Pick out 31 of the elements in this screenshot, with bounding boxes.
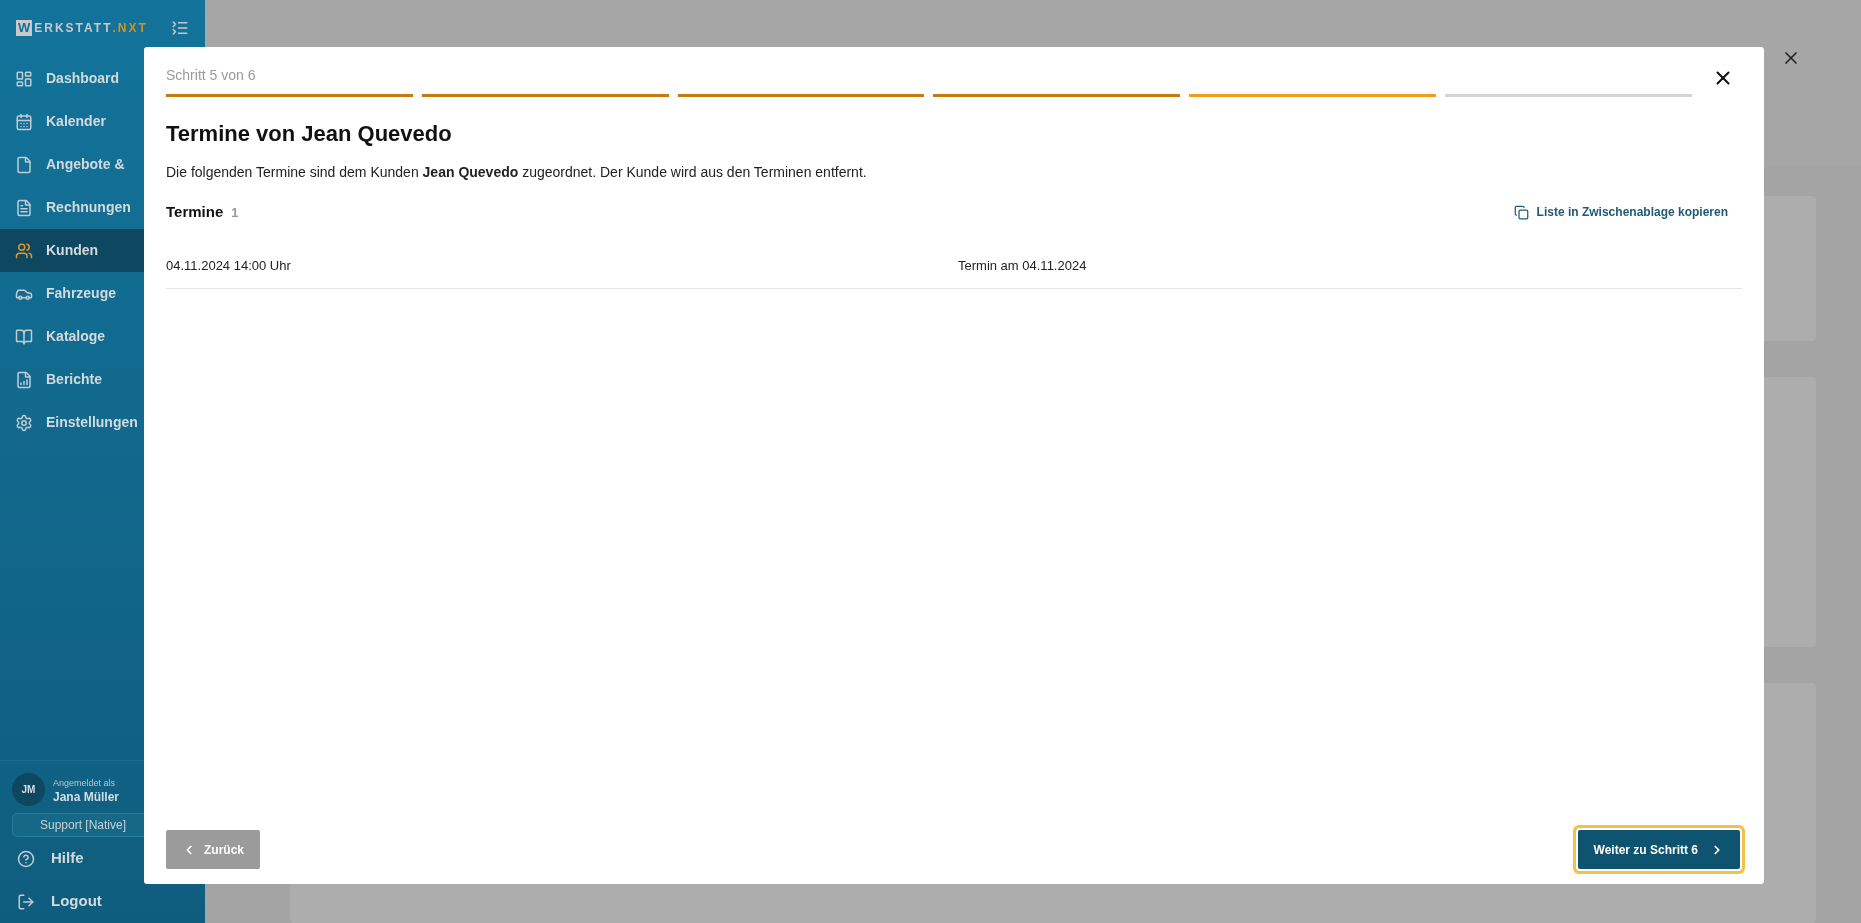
login-caption: Angemeldet als: [53, 776, 117, 790]
back-button[interactable]: Zurück: [166, 830, 260, 869]
description: Die folgenden Termine sind dem Kunden Jean Quevedo zugeordnet. Der Kunde wird aus den Terminen entfernt.: [166, 163, 868, 182]
dashboard-icon: [15, 69, 33, 88]
user-name: Jana Müller: [53, 789, 120, 804]
section-title: Termine: [166, 202, 224, 222]
document-icon: [15, 198, 33, 217]
logout-icon: [17, 892, 35, 911]
collapse-menu-icon[interactable]: [171, 19, 189, 37]
help-icon: [17, 849, 35, 868]
copy-list-link[interactable]: Liste in Zwischenablage kopieren: [1513, 203, 1728, 222]
nav-item[interactable]: Einstellungen: [0, 401, 205, 444]
nav-item[interactable]: Kataloge: [0, 315, 205, 358]
book-icon: [15, 327, 33, 346]
report-icon: [15, 370, 33, 389]
user-avatar: JM: [12, 773, 45, 806]
logo-suffix: .NXT: [112, 20, 148, 37]
section-count: 1: [231, 204, 239, 222]
modal-title: Termine von Jean Quevedo: [166, 120, 453, 148]
nav-item[interactable]: Berichte: [0, 358, 205, 401]
document-icon: [15, 155, 33, 174]
settings-icon: [15, 413, 33, 432]
calendar-icon: [15, 112, 33, 131]
logo-text: ERKSTATT: [34, 20, 113, 37]
step-label: Schritt 5 von 6: [166, 66, 257, 85]
table-cell-text: Termin am 04.11.2024: [958, 256, 1087, 275]
users-icon: [15, 241, 33, 260]
nav-item[interactable]: Logout: [0, 880, 205, 923]
nav-item[interactable]: Fahrzeuge: [0, 272, 205, 315]
logo-mark: W: [16, 20, 33, 36]
copy-icon: [1513, 204, 1529, 220]
